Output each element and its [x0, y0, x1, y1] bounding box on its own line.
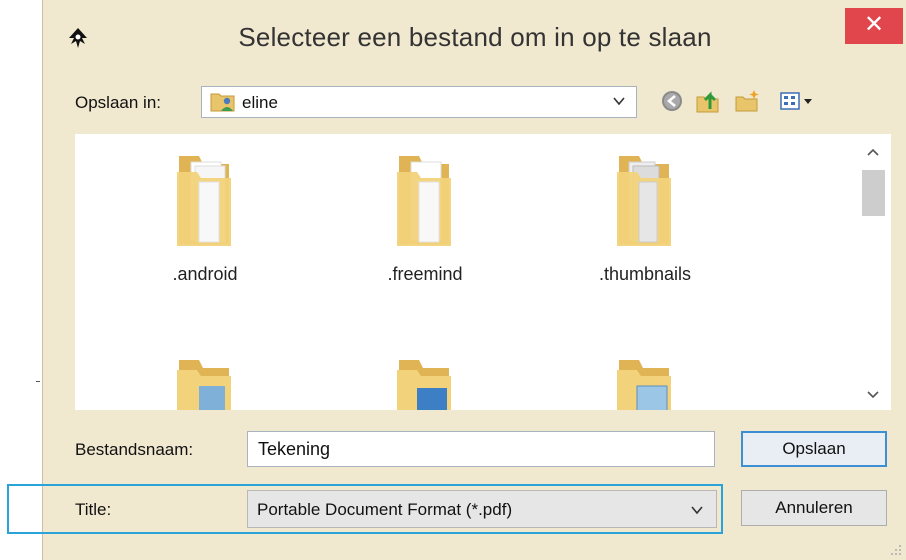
new-folder-icon[interactable] — [733, 87, 763, 115]
folder-icon — [617, 156, 671, 246]
close-button[interactable]: ✕ — [845, 8, 903, 44]
save-in-value: eline — [242, 93, 278, 112]
back-icon[interactable] — [657, 87, 687, 115]
file-type-label: Title: — [75, 500, 112, 519]
vertical-scrollbar[interactable] — [855, 134, 891, 410]
folder-icon — [397, 156, 451, 246]
list-item[interactable]: .freemind — [325, 142, 525, 292]
scroll-up-icon[interactable] — [865, 146, 881, 158]
save-in-dropdown[interactable]: eline — [201, 86, 637, 118]
folder-icon — [177, 360, 231, 410]
cancel-button[interactable]: Annuleren — [741, 490, 887, 526]
list-item[interactable] — [105, 346, 305, 410]
list-item[interactable]: .android — [105, 142, 305, 292]
file-type-dropdown[interactable]: Portable Document Format (*.pdf) — [247, 490, 717, 528]
title-bar: Selecteer een bestand om in op te slaan … — [43, 0, 906, 80]
stray-mark — [36, 381, 40, 382]
scroll-down-icon[interactable] — [865, 389, 881, 401]
folder-icon — [177, 156, 231, 246]
save-in-label: Opslaan in: — [75, 93, 161, 112]
list-item[interactable]: .thumbnails — [545, 142, 745, 292]
folder-name: .android — [172, 264, 238, 284]
user-folder-icon — [210, 93, 235, 112]
folder-name: .freemind — [387, 264, 463, 284]
scrollbar-thumb[interactable] — [862, 170, 885, 216]
save-button[interactable]: Opslaan — [741, 431, 887, 467]
up-folder-icon[interactable] — [693, 87, 723, 115]
chevron-down-icon — [691, 506, 703, 515]
folder-icon — [397, 360, 451, 410]
save-dialog: Selecteer een bestand om in op te slaan … — [42, 0, 906, 560]
dialog-title: Selecteer een bestand om in op te slaan — [238, 22, 712, 52]
list-item[interactable] — [325, 346, 525, 410]
view-menu-icon[interactable] — [777, 87, 817, 115]
file-type-value: Portable Document Format (*.pdf) — [257, 500, 513, 519]
folder-name: .thumbnails — [598, 264, 692, 284]
chevron-down-icon — [613, 97, 625, 106]
filename-label: Bestandsnaam: — [75, 440, 194, 459]
file-list[interactable]: .android .freemind .thumbnails — [75, 134, 891, 410]
list-item[interactable] — [545, 346, 745, 410]
folder-icon — [617, 360, 671, 410]
filename-input[interactable] — [247, 431, 715, 467]
resize-grip-icon[interactable] — [890, 544, 902, 556]
